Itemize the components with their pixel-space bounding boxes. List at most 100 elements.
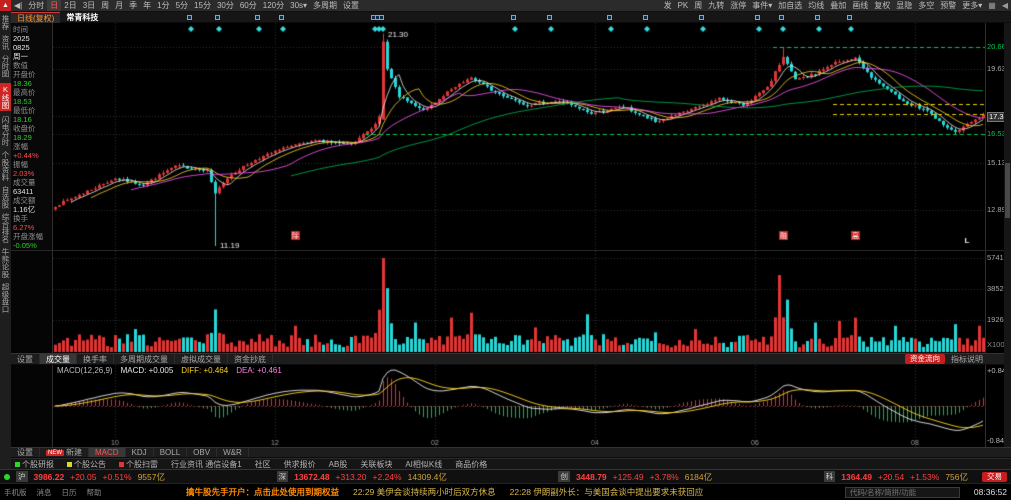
indicator-tab[interactable]: OBV [187,448,218,457]
volume-tab[interactable]: 虚拟成交量 [175,354,228,364]
period-tab[interactable]: 15分 [191,0,214,11]
period-tab[interactable]: 周 [98,0,112,11]
period-tab[interactable]: 60分 [237,0,260,11]
index-quote[interactable]: 沪 3986.22 +20.05 +0.51% 9557亿 [16,471,165,483]
stock-link[interactable]: 关联板块 [360,459,392,469]
new-indicator-button[interactable]: NEW 新建 [40,448,89,457]
event-marker-icon[interactable] [215,15,220,20]
volume-tab[interactable]: 换手率 [77,354,114,364]
volume-tab[interactable]: 设置 [11,354,40,364]
statusbar-item[interactable]: 日历 [62,487,77,498]
event-marker-icon[interactable] [815,15,820,20]
app-logo[interactable]: ▲ [0,0,11,11]
period-tab[interactable]: 30s▾ [287,1,310,10]
event-marker-icon[interactable] [607,15,612,20]
volume-tab[interactable]: 多周期成交量 [114,354,175,364]
event-marker-icon[interactable] [699,15,704,20]
toolbar-item[interactable]: 多周期 [310,0,340,11]
toolbar-item[interactable]: 加自选 [775,0,805,11]
event-marker-icon[interactable] [187,15,192,20]
indicator-tab[interactable]: KDJ [126,448,154,457]
toolbar-item[interactable]: 事件▾ [749,0,775,11]
index-quote[interactable]: 科 1364.49 +20.54 +1.53% 756亿 [823,471,968,483]
toolbar-item[interactable]: 发 [661,0,675,11]
fund-flow-button[interactable]: 资金流向 [905,354,945,364]
event-marker-icon[interactable] [779,15,784,20]
indicator-tab[interactable]: BOLL [154,448,188,457]
event-marker-icon[interactable] [847,15,852,20]
sidebar-item[interactable]: 个股资料 [0,151,11,181]
event-marker-icon[interactable] [643,15,648,20]
period-tab[interactable]: 日 [47,0,62,11]
period-tab[interactable]: 3日 [80,0,98,11]
stock-link[interactable]: 社区 [255,459,271,469]
toolbar-item[interactable]: 涨停 [727,0,749,11]
toolbar-item[interactable]: PK [675,1,692,10]
event-marker-icon[interactable] [255,15,260,20]
volume-chart[interactable] [53,251,985,353]
statusbar-item[interactable]: 消息 [37,487,52,498]
index-quote[interactable]: 深 13672.48 +313.20 +2.24% 14309.4亿 [276,471,447,483]
period-tab[interactable]: 2日 [61,0,79,11]
news-item-1[interactable]: 22:29 美伊会谈持续两小时后双方休息 [353,486,496,498]
stock-link[interactable]: 供求报价 [284,459,316,469]
stock-link[interactable]: AB股 [329,459,348,469]
period-tab[interactable]: 分时 [25,0,47,11]
period-tab[interactable]: 月 [112,0,126,11]
stock-link[interactable]: 个股扫雷 [119,459,158,469]
index-quote[interactable]: 创 3448.79 +125.49 +3.78% 6184亿 [558,471,712,483]
event-marker-icon[interactable] [375,15,380,20]
sidebar-item[interactable]: 分时图 [0,55,11,78]
sidebar-item[interactable]: 自选股 [0,186,11,209]
toolbar-item[interactable]: 预警 [937,0,959,11]
trade-button[interactable]: 交易 [982,471,1007,482]
event-marker-icon[interactable] [371,15,376,20]
toolbar-item[interactable]: 多空 [915,0,937,11]
stock-link[interactable]: 商品价格 [455,459,487,469]
macd-chart[interactable] [53,365,985,447]
sidebar-item[interactable]: 超级盘口 [0,283,11,313]
period-tab[interactable]: 5分 [173,0,191,11]
period-tab[interactable]: 年 [140,0,154,11]
toolbar-item[interactable]: 九转 [705,0,727,11]
event-marker-icon[interactable] [755,15,760,20]
stock-search-input[interactable] [844,486,960,498]
kline-chart[interactable] [53,23,985,250]
statusbar-item[interactable]: 帮助 [87,487,102,498]
period-tab[interactable]: 30分 [214,0,237,11]
indicator-tab[interactable]: MACD [89,448,126,457]
toolbar-item[interactable]: 画线 [849,0,871,11]
right-scrollbar[interactable] [1004,23,1011,447]
sidebar-item[interactable]: 牛熊论股 [0,248,11,278]
toolbar-item[interactable]: 设置 [340,0,362,11]
toolbar-item[interactable]: 更多▾ [959,0,985,11]
window-icon[interactable]: ◀ [999,1,1011,10]
volume-tab[interactable]: 成交量 [40,354,77,364]
news-item-2[interactable]: 22:28 伊朗副外长：与美国会谈中提出要求未获回应 [510,486,704,498]
stock-link[interactable]: 个股研报 [15,459,54,469]
toolbar-item[interactable]: 周 [691,0,705,11]
period-tab[interactable]: 120分 [260,0,287,11]
event-marker-icon[interactable] [547,15,552,20]
stock-link[interactable]: AI相似K线 [405,459,442,469]
sidebar-item[interactable]: 推荐 [0,15,11,30]
event-marker-icon[interactable] [279,15,284,20]
indicator-tab[interactable]: W&R [217,448,249,457]
period-tab[interactable]: 季 [126,0,140,11]
tab-kline-daily[interactable]: 日线(复权) [11,11,61,23]
back-icon[interactable]: ◀| [11,1,25,10]
sidebar-item[interactable]: 资讯 [0,35,11,50]
toolbar-item[interactable]: 复权 [871,0,893,11]
event-marker-icon[interactable] [379,15,384,20]
window-icon[interactable]: ▦ [985,1,999,10]
sidebar-item[interactable]: 综合排名 [0,213,11,243]
toolbar-item[interactable]: 显隐 [893,0,915,11]
toolbar-item[interactable]: 均线 [805,0,827,11]
statusbar-item[interactable]: 手机版 [4,487,27,498]
promo-text[interactable]: 擒牛股先手开户：点击此处使用到期权益 [186,486,339,498]
scrollbar-thumb[interactable] [1005,163,1010,218]
stock-link[interactable]: 行业资讯 通信设备1 [171,459,242,469]
toolbar-item[interactable]: 叠加 [827,0,849,11]
sidebar-item[interactable]: 闪电分时 [0,116,11,146]
indicator-settings-button[interactable]: 设置 [11,448,40,457]
